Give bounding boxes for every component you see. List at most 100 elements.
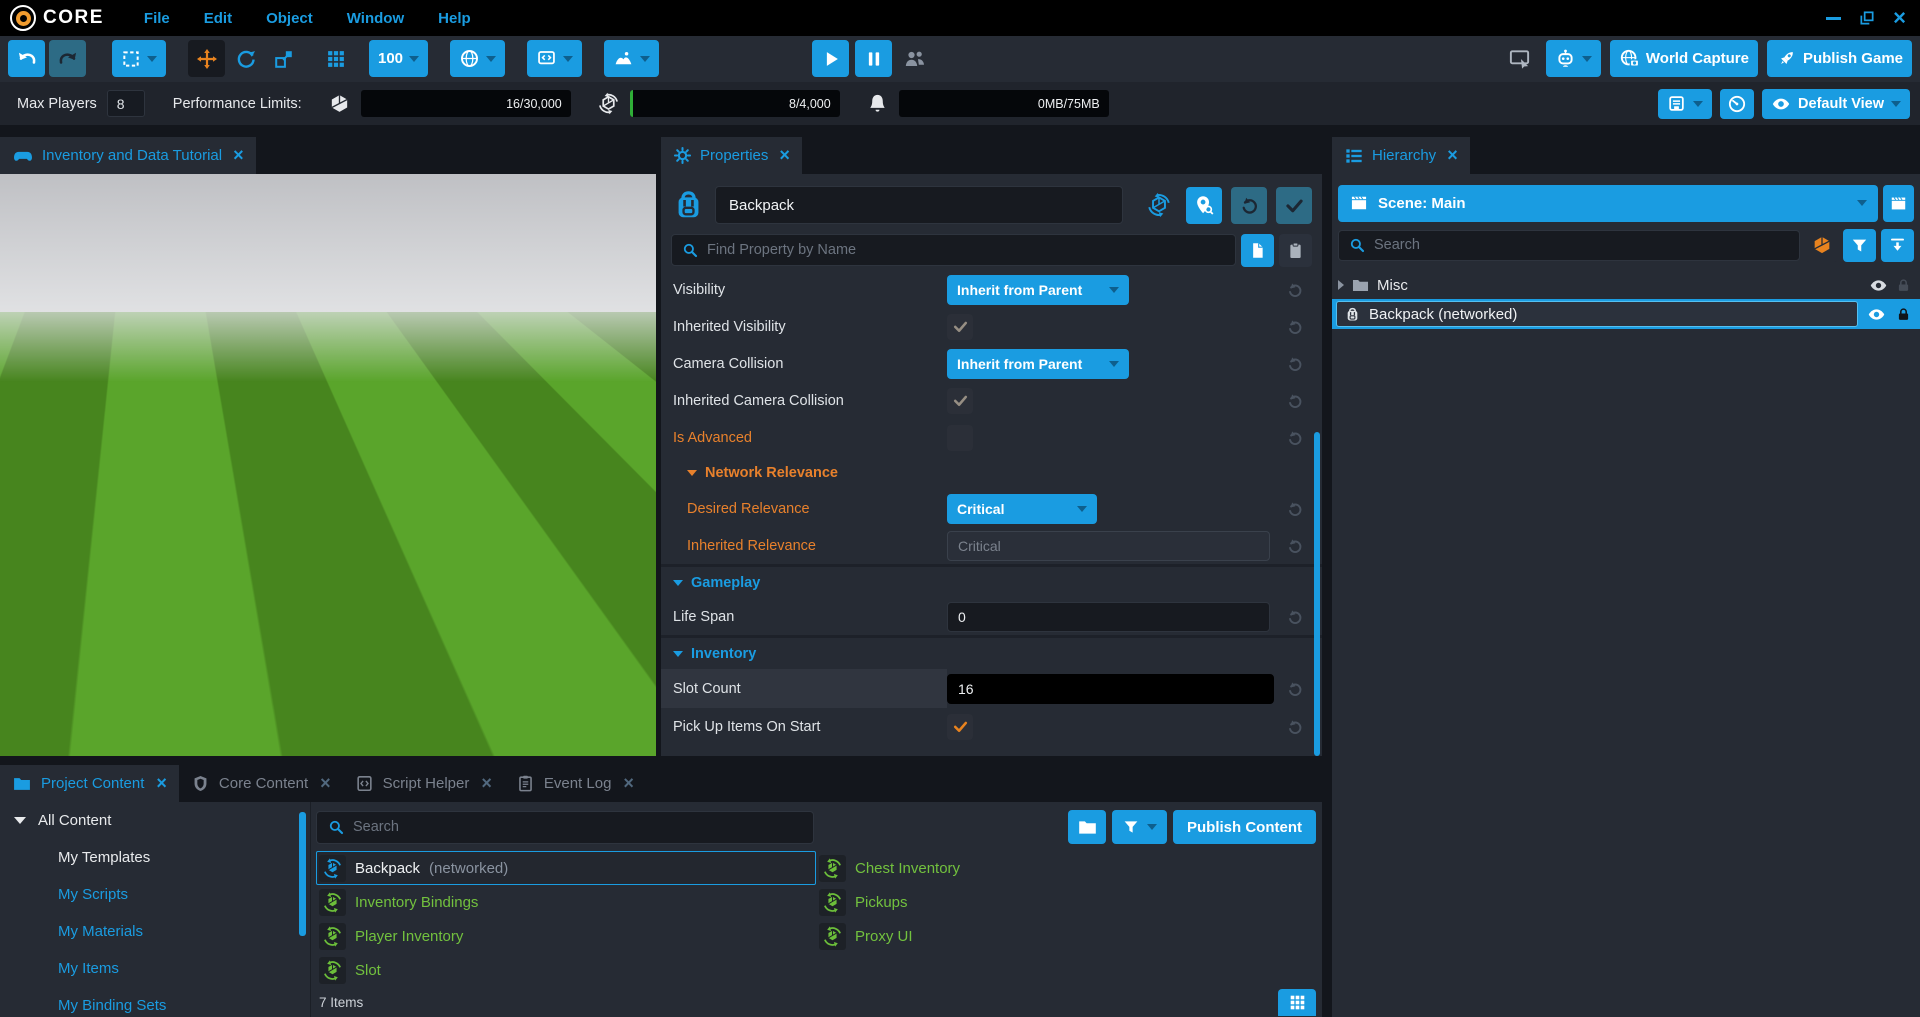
content-item-pickups[interactable]: Pickups [816, 885, 1316, 919]
section-inventory[interactable]: Inventory [661, 635, 1322, 669]
menu-edit[interactable]: Edit [204, 10, 232, 27]
reset-icon[interactable] [1286, 608, 1304, 626]
reset-icon[interactable] [1286, 318, 1304, 336]
inherited-camera-collision-checkbox[interactable] [947, 388, 973, 414]
content-item-proxy-ui[interactable]: Proxy UI [816, 919, 1316, 953]
sidebar-item-my-items[interactable]: My Items [0, 950, 310, 987]
section-gameplay[interactable]: Gameplay [661, 564, 1322, 598]
networked-filter-button[interactable] [1805, 229, 1838, 262]
filter-button[interactable] [1843, 229, 1876, 262]
menu-object[interactable]: Object [266, 10, 313, 27]
max-players-input[interactable] [107, 90, 145, 117]
sidebar-item-my-materials[interactable]: My Materials [0, 913, 310, 950]
networked-state-button[interactable] [1141, 187, 1177, 224]
content-item-player-inventory[interactable]: Player Inventory [316, 919, 816, 953]
grid-snap-button[interactable] [319, 40, 353, 77]
close-icon[interactable] [1447, 145, 1458, 166]
reset-icon[interactable] [1286, 537, 1304, 555]
object-name-input[interactable] [715, 186, 1123, 224]
desired-relevance-dropdown[interactable]: Critical [947, 494, 1097, 524]
find-property-input[interactable] [707, 242, 1226, 258]
performance-gauge-button[interactable] [1720, 89, 1754, 119]
scene-viewport[interactable] [0, 174, 656, 756]
redo-button[interactable] [49, 40, 86, 77]
tab-project-content[interactable]: Project Content [0, 765, 179, 802]
transform-gizmo[interactable] [300, 412, 386, 498]
reset-icon[interactable] [1286, 680, 1304, 698]
new-window-button[interactable] [1503, 40, 1537, 77]
view-mode-dropdown[interactable]: Default View [1762, 89, 1910, 119]
play-button[interactable] [812, 40, 849, 77]
tab-properties[interactable]: Properties [661, 137, 802, 174]
reset-icon[interactable] [1286, 392, 1304, 410]
minimize-button[interactable] [1826, 17, 1841, 20]
sidebar-item-my-templates[interactable]: My Templates [0, 839, 310, 876]
hierarchy-search-input[interactable] [1374, 237, 1790, 253]
reset-icon[interactable] [1286, 281, 1304, 299]
selection-mode-dropdown[interactable] [112, 40, 166, 77]
pause-button[interactable] [855, 40, 892, 77]
is-advanced-checkbox[interactable] [947, 425, 973, 451]
content-item-backpack[interactable]: Backpack (networked) [316, 851, 816, 885]
close-icon[interactable] [233, 145, 244, 166]
inherited-visibility-checkbox[interactable] [947, 314, 973, 340]
collapse-all-button[interactable] [1881, 229, 1914, 262]
undo-button[interactable] [8, 40, 45, 77]
life-span-input[interactable] [958, 609, 1269, 625]
close-icon[interactable] [623, 773, 634, 794]
close-icon[interactable] [320, 773, 331, 794]
reset-icon[interactable] [1286, 500, 1304, 518]
sidebar-item-my-binding-sets[interactable]: My Binding Sets [0, 987, 310, 1017]
scrollbar[interactable] [299, 812, 306, 936]
apply-button[interactable] [1276, 187, 1312, 224]
screen-mode-dropdown[interactable] [527, 40, 582, 77]
sidebar-item-all-content[interactable]: All Content [0, 802, 310, 839]
section-network-relevance[interactable]: Network Relevance [661, 456, 1322, 490]
content-search-input[interactable] [353, 819, 803, 835]
reset-icon[interactable] [1286, 355, 1304, 373]
menu-file[interactable]: File [144, 10, 170, 27]
visibility-eye-icon[interactable] [1869, 276, 1888, 295]
camera-collision-dropdown[interactable]: Inherit from Parent [947, 349, 1129, 379]
tab-hierarchy[interactable]: Hierarchy [1332, 137, 1470, 174]
save-dropdown[interactable] [1658, 89, 1712, 119]
close-icon[interactable] [156, 773, 167, 794]
paste-properties-button[interactable] [1279, 234, 1312, 267]
restore-button[interactable] [1859, 10, 1875, 26]
tab-script-hel per[interactable]: Script Helper [343, 765, 504, 802]
multiplayer-preview-button[interactable] [898, 40, 932, 77]
find-in-scene-button[interactable] [1186, 187, 1222, 224]
visibility-dropdown[interactable]: Inherit from Parent [947, 275, 1129, 305]
lock-icon[interactable] [1895, 306, 1912, 323]
content-item-chest-inventory[interactable]: Chest Inventory [816, 851, 1316, 885]
scrollbar[interactable] [1314, 432, 1320, 756]
world-settings-dropdown[interactable] [450, 40, 505, 77]
move-tool-button[interactable] [188, 40, 225, 77]
menu-help[interactable]: Help [438, 10, 471, 27]
revert-button[interactable] [1231, 187, 1267, 224]
grid-view-button[interactable] [1278, 989, 1316, 1016]
world-capture-button[interactable]: World Capture [1610, 40, 1758, 77]
scale-tool-button[interactable] [267, 40, 301, 77]
lock-icon[interactable] [1895, 277, 1912, 294]
tree-node-misc[interactable]: Misc [1332, 271, 1920, 299]
content-filter-dropdown[interactable] [1112, 810, 1167, 844]
publish-content-button[interactable]: Publish Content [1173, 810, 1316, 844]
menu-window[interactable]: Window [347, 10, 404, 27]
copy-properties-button[interactable] [1241, 234, 1274, 267]
slot-count-input[interactable] [958, 681, 1273, 697]
tab-scene-viewport[interactable]: Inventory and Data Tutorial [0, 137, 256, 174]
close-button[interactable] [1893, 9, 1906, 27]
tree-node-backpack[interactable]: Backpack (networked) [1332, 299, 1920, 329]
rotate-tool-button[interactable] [229, 40, 263, 77]
pick-up-items-checkbox[interactable] [947, 714, 973, 740]
tab-event-log[interactable]: Event Log [504, 765, 646, 802]
reset-icon[interactable] [1286, 718, 1304, 736]
terrain-dropdown[interactable] [604, 40, 659, 77]
manage-scenes-button[interactable] [1883, 185, 1914, 222]
close-icon[interactable] [779, 145, 790, 166]
chevron-right-icon[interactable] [1338, 280, 1344, 290]
publish-game-button[interactable]: Publish Game [1767, 40, 1912, 77]
sidebar-item-my-scripts[interactable]: My Scripts [0, 876, 310, 913]
tab-core-content[interactable]: Core Content [179, 765, 343, 802]
